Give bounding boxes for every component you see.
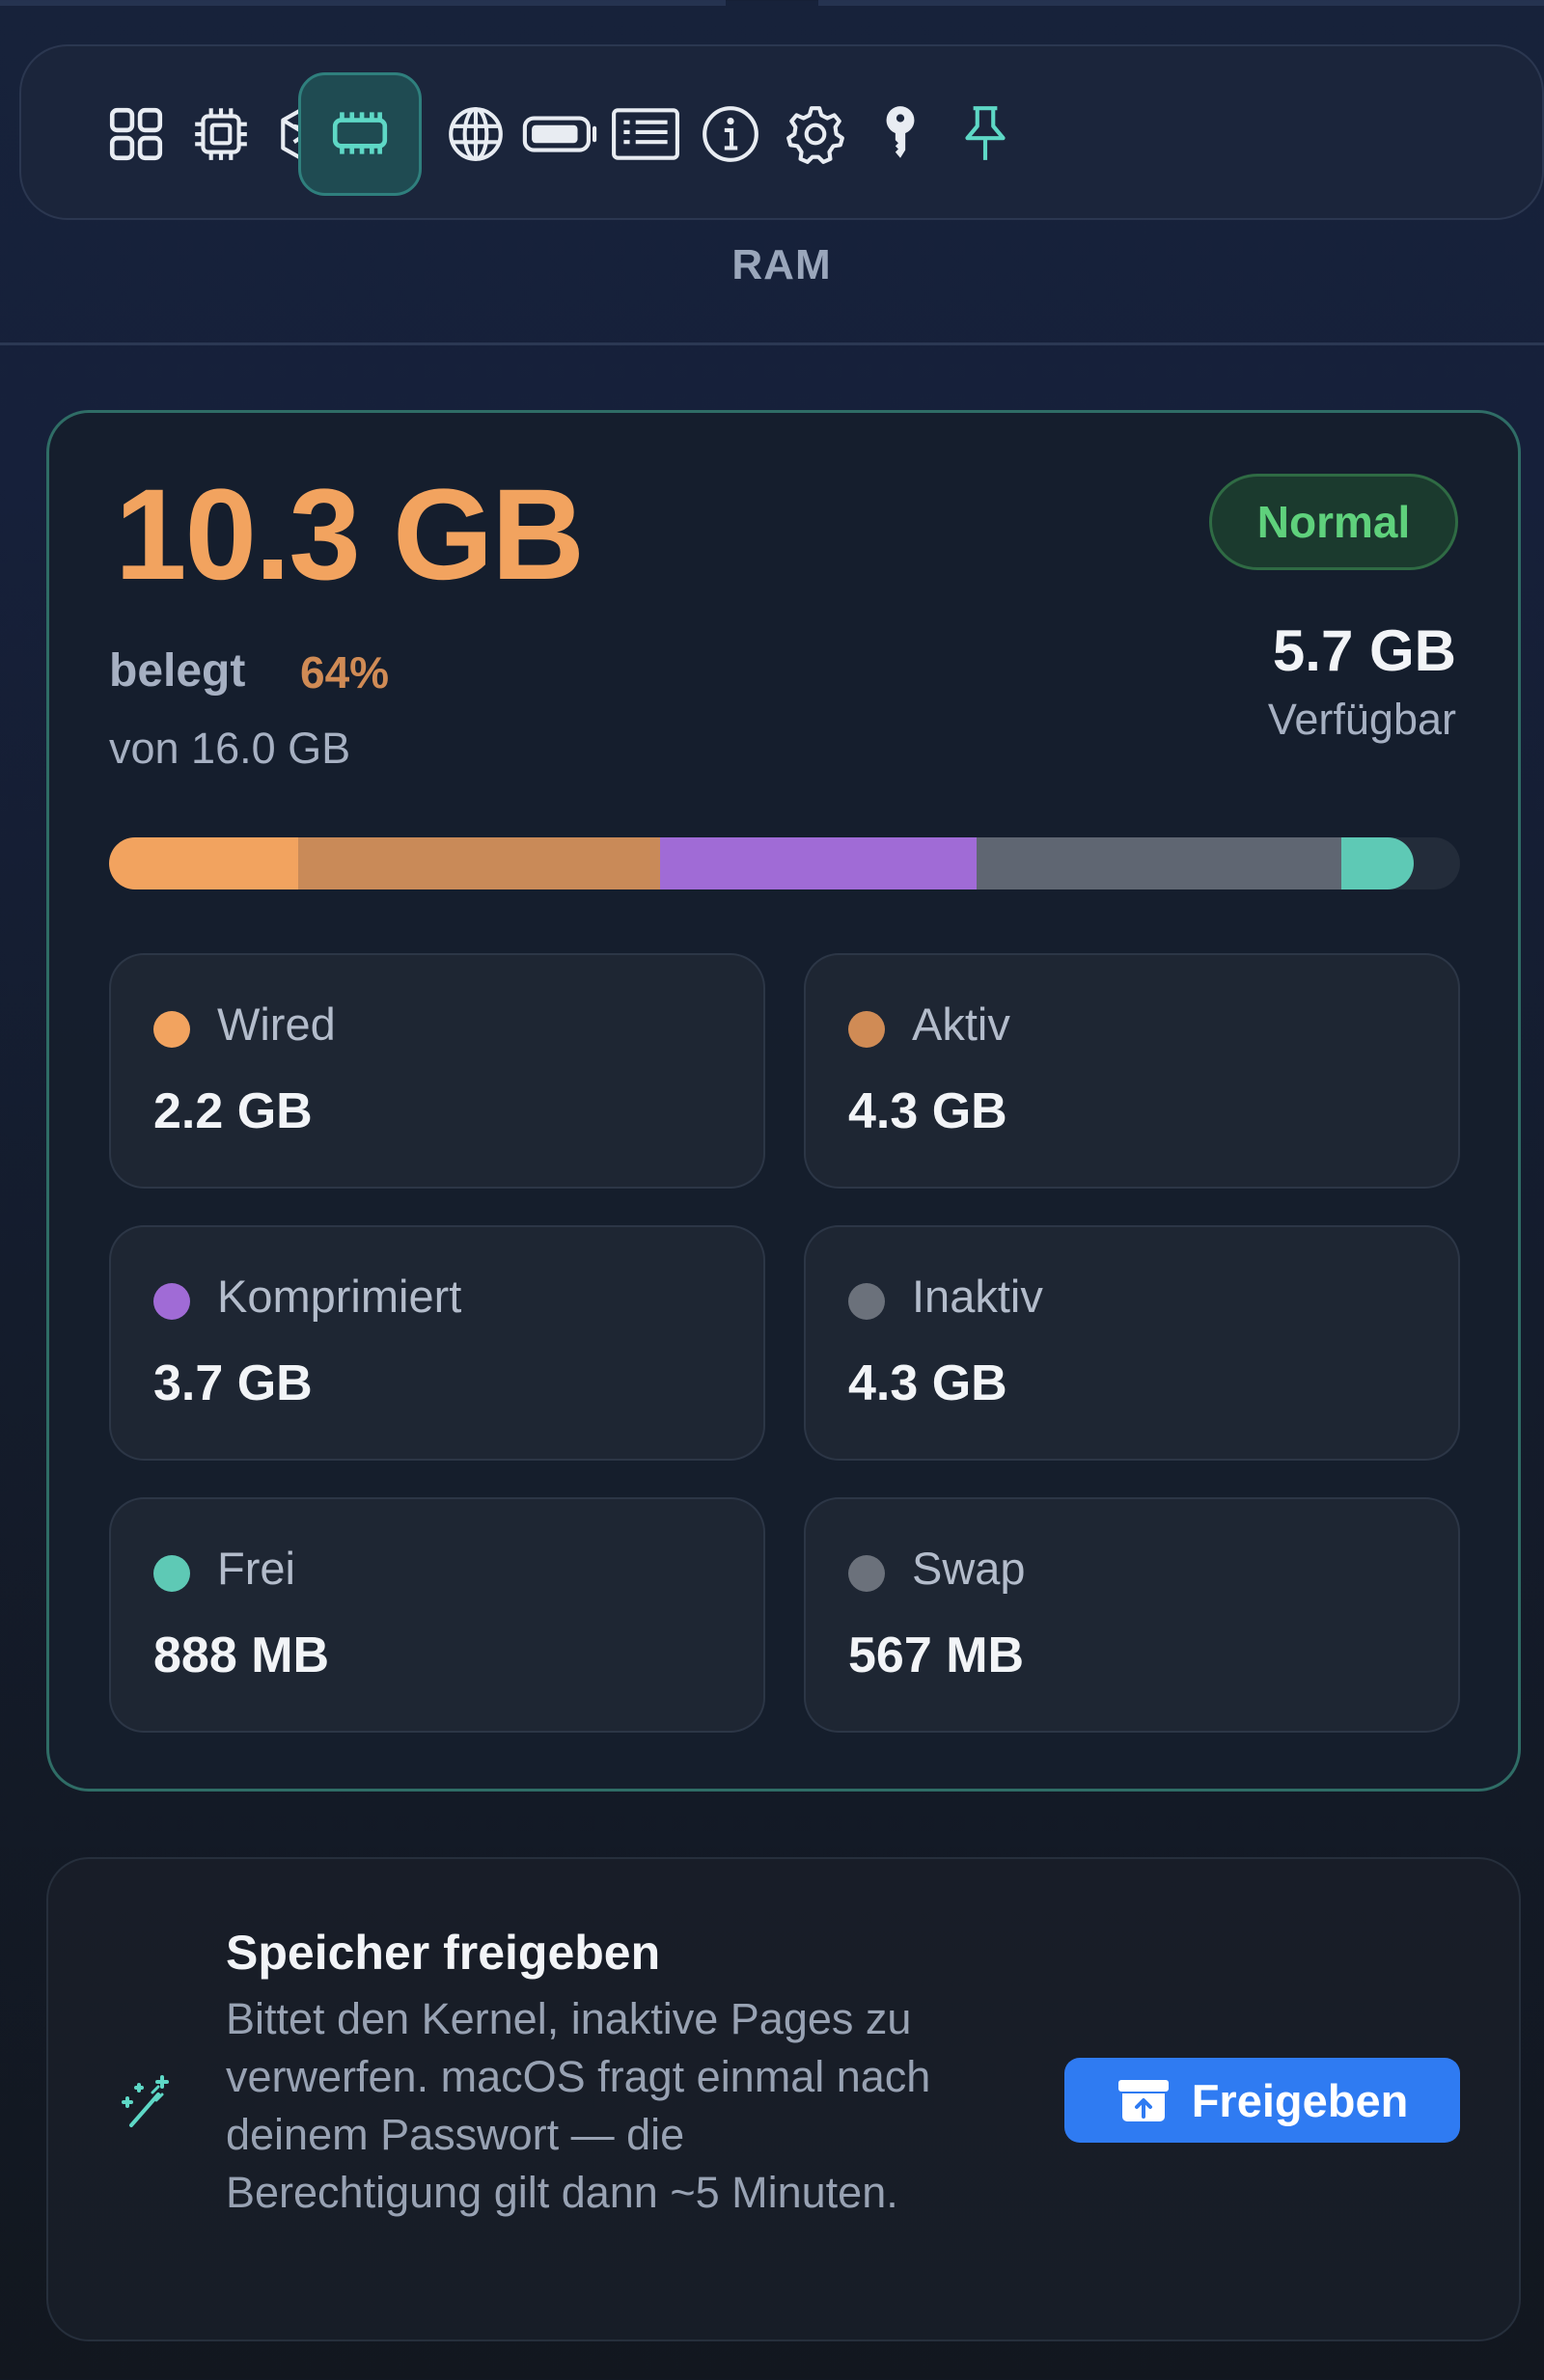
stat-value: 888 MB (153, 1628, 330, 1683)
stat-label: Wired (217, 999, 336, 1050)
usage-segment-frei (1340, 837, 1415, 889)
usage-segment-wired (109, 837, 298, 889)
used-memory-percent: 64% (300, 647, 390, 698)
free-memory-button-label: Freigeben (1191, 2074, 1409, 2126)
available-memory-value: 5.7 GB (1272, 618, 1456, 683)
divider (0, 342, 1544, 345)
stat-label: Swap (912, 1543, 1026, 1594)
stat-label: Komprimiert (217, 1271, 462, 1322)
compressed-dot (153, 1283, 190, 1320)
wired-dot (153, 1011, 190, 1048)
stat-card-active: Aktiv 4.3 GB (804, 953, 1460, 1189)
status-badge: Normal (1209, 474, 1458, 570)
used-memory-value: 10.3 GB (115, 463, 585, 607)
stat-value: 4.3 GB (848, 1083, 1007, 1139)
stat-card-inactive: Inaktiv 4.3 GB (804, 1225, 1460, 1461)
stat-label: Frei (217, 1543, 295, 1594)
memory-usage-bar (109, 837, 1460, 889)
magic-wand-icon (122, 2075, 169, 2127)
stat-card-swap: Swap 567 MB (804, 1497, 1460, 1733)
free-memory-title: Speicher freigeben (226, 1926, 661, 1980)
stat-card-free: Frei 888 MB (109, 1497, 765, 1733)
active-dot (848, 1011, 885, 1048)
inactive-dot (848, 1283, 885, 1320)
total-memory-text: von 16.0 GB (109, 724, 351, 773)
free-memory-button[interactable]: Freigeben (1064, 2058, 1460, 2143)
free-memory-card: Speicher freigeben Bittet den Kernel, in… (46, 1857, 1521, 2341)
usage-segment-komprimiert (660, 837, 977, 889)
stat-label: Inaktiv (912, 1271, 1043, 1322)
tab-pin[interactable] (924, 72, 1047, 196)
toolbar (19, 44, 1544, 220)
window-top-edge (0, 0, 1544, 6)
pin-icon (965, 106, 1006, 160)
ram-chip-icon (332, 112, 388, 154)
stat-label: Aktiv (912, 999, 1010, 1050)
stat-card-wired: Wired 2.2 GB (109, 953, 765, 1189)
usage-segment-aktiv (298, 837, 661, 889)
free-dot (153, 1555, 190, 1592)
stat-value: 4.3 GB (848, 1355, 1007, 1411)
available-memory-label: Verfügbar (1267, 695, 1456, 744)
archive-box-icon (1117, 2080, 1169, 2121)
active-tab-label: RAM (731, 241, 832, 288)
tab-ram[interactable] (298, 72, 422, 196)
stat-card-compressed: Komprimiert 3.7 GB (109, 1225, 765, 1461)
usage-segment-inaktiv (976, 837, 1341, 889)
free-memory-description: Bittet den Kernel, inaktive Pages zu ver… (226, 1994, 931, 2217)
stat-value: 2.2 GB (153, 1083, 313, 1139)
stat-value: 567 MB (848, 1628, 1025, 1683)
stat-value: 3.7 GB (153, 1355, 313, 1411)
swap-dot (848, 1555, 885, 1592)
used-memory-label: belegt (109, 645, 246, 697)
memory-summary-card: 10.3 GB belegt 64% von 16.0 GB Normal 5.… (46, 410, 1521, 1792)
